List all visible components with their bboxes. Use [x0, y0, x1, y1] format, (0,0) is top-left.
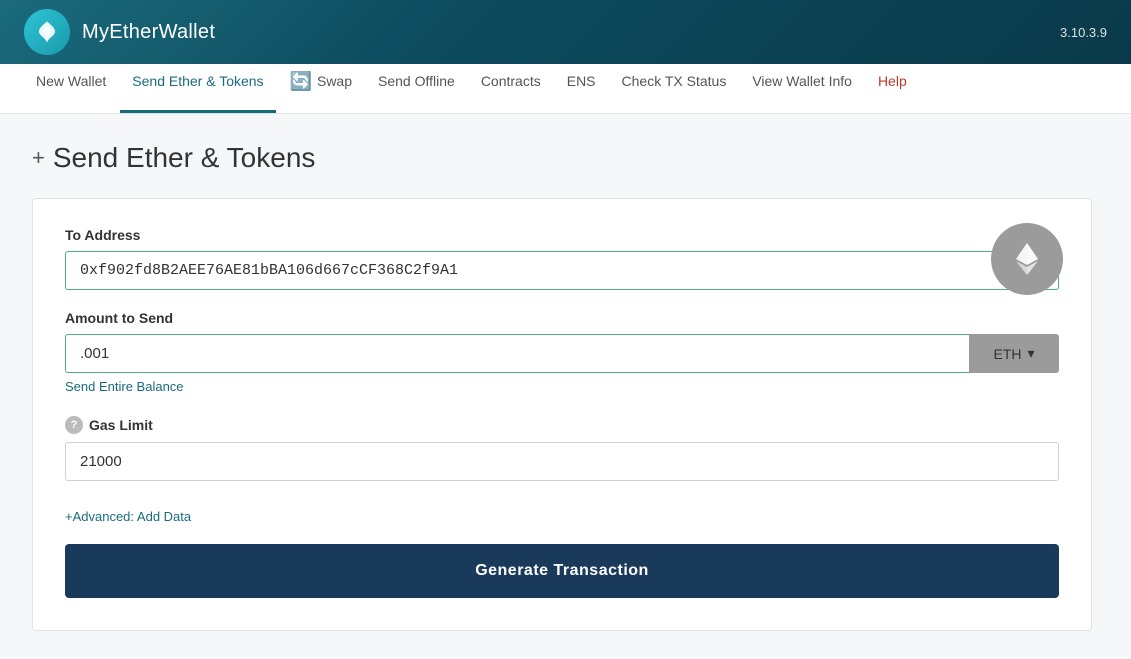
- nav-item-send-offline[interactable]: Send Offline: [366, 64, 467, 113]
- gas-limit-input[interactable]: [65, 442, 1059, 481]
- amount-label: Amount to Send: [65, 310, 1059, 326]
- brand-section: MyEtherWallet: [24, 9, 215, 55]
- generate-transaction-button[interactable]: Generate Transaction: [65, 544, 1059, 598]
- nav-item-swap[interactable]: 🔄 Swap: [278, 64, 364, 113]
- gas-help-icon[interactable]: ?: [65, 416, 83, 434]
- nav-bar: New Wallet Send Ether & Tokens 🔄 Swap Se…: [0, 64, 1131, 114]
- nav-item-help[interactable]: Help: [866, 64, 919, 113]
- nav-item-contracts[interactable]: Contracts: [469, 64, 553, 113]
- amount-row: ETH ▾: [65, 334, 1059, 373]
- gas-limit-label: Gas Limit: [89, 417, 153, 433]
- plus-icon: +: [32, 145, 45, 171]
- nav-item-check-tx-status[interactable]: Check TX Status: [610, 64, 739, 113]
- eth-logo-container: [991, 223, 1063, 295]
- gas-limit-group: ? Gas Limit: [65, 416, 1059, 481]
- logo: [24, 9, 70, 55]
- version-label: 3.10.3.9: [1060, 25, 1107, 40]
- nav-item-new-wallet[interactable]: New Wallet: [24, 64, 118, 113]
- send-form-card: To Address Amount to Send ETH ▾ Send Ent…: [32, 198, 1092, 631]
- nav-item-view-wallet-info[interactable]: View Wallet Info: [740, 64, 864, 113]
- advanced-add-data-link[interactable]: +Advanced: Add Data: [65, 509, 191, 524]
- page-content: + Send Ether & Tokens To Address Amount …: [0, 114, 1131, 659]
- app-header: MyEtherWallet 3.10.3.9: [0, 0, 1131, 64]
- currency-select-button[interactable]: ETH ▾: [969, 334, 1059, 373]
- nav-item-send-ether-tokens[interactable]: Send Ether & Tokens: [120, 64, 275, 113]
- page-title: Send Ether & Tokens: [53, 142, 316, 174]
- brand-name: MyEtherWallet: [82, 21, 215, 44]
- amount-input[interactable]: [65, 334, 969, 373]
- send-entire-balance-link[interactable]: Send Entire Balance: [65, 379, 184, 394]
- gas-label-row: ? Gas Limit: [65, 416, 1059, 434]
- eth-logo: [991, 223, 1063, 295]
- amount-group: Amount to Send ETH ▾ Send Entire Balance: [65, 310, 1059, 396]
- nav-item-ens[interactable]: ENS: [555, 64, 608, 113]
- to-address-input[interactable]: [65, 251, 1059, 290]
- currency-dropdown-arrow: ▾: [1027, 345, 1034, 362]
- to-address-group: To Address: [65, 227, 1059, 290]
- to-address-label: To Address: [65, 227, 1059, 243]
- page-title-row: + Send Ether & Tokens: [32, 142, 1099, 174]
- swap-icon: 🔄: [290, 72, 312, 90]
- currency-label: ETH: [993, 346, 1021, 362]
